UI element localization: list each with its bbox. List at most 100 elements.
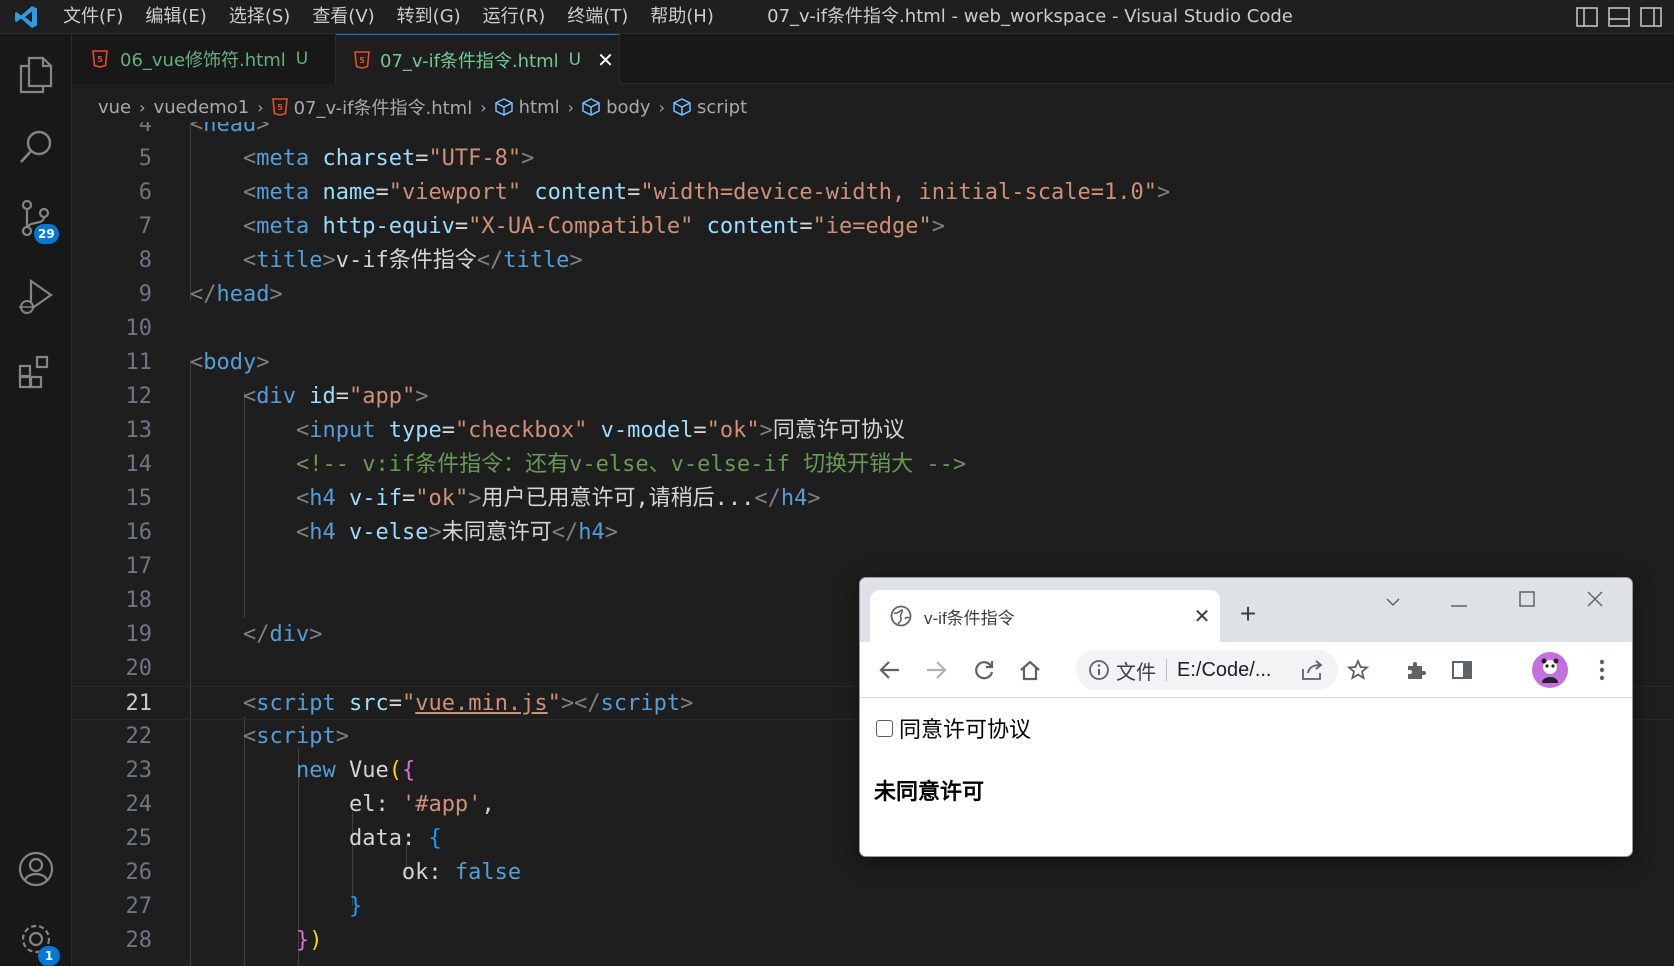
side-panel-icon[interactable] [1446,654,1478,686]
code-line: 28 }) [125,928,323,953]
minimize-icon[interactable] [1444,586,1474,616]
html5-file-icon: 5 [354,50,370,70]
page-viewport: 同意许可协议 未同意许可 [860,698,1632,856]
home-icon[interactable] [1014,654,1046,686]
run-debug-icon[interactable] [0,264,72,330]
share-icon[interactable] [1296,654,1328,686]
search-icon[interactable] [0,114,72,180]
browser-tab-strip: v-if条件指令 ✕ + [860,578,1632,642]
code-line: 15 <h4 v-if="ok">用户已用意许可,请稍后...</h4> [125,486,821,511]
menu-terminal[interactable]: 终端(T) [556,0,639,34]
symbol-element-icon [494,98,513,116]
svg-text:5: 5 [359,56,365,65]
tab-label: 06_vue修饰符.html [120,50,286,71]
chevron-right-icon: › [257,97,264,117]
code-line: 11 <body> [125,350,270,375]
profile-avatar[interactable] [1532,652,1568,688]
tab-close-icon[interactable]: ✕ [597,48,614,72]
breadcrumb-file-label: 07_v-if条件指令.html [293,98,473,119]
chevron-right-icon: › [567,97,575,117]
vscode-logo-icon [0,0,52,34]
svg-text:5: 5 [97,55,103,64]
agree-checkbox[interactable] [876,719,893,737]
file-scheme-chip: 文件 [1116,661,1156,684]
settings-badge: 1 [38,946,60,966]
menu-bar: 文件(F) 编辑(E) 选择(S) 查看(V) 转到(G) 运行(R) 终端(T… [52,0,725,34]
breadcrumb-script[interactable]: script [673,97,747,118]
menu-edit[interactable]: 编辑(E) [134,0,217,34]
layout-controls [1576,0,1674,34]
settings-gear-icon[interactable]: 1 [0,906,72,966]
breadcrumb: vue › vuedemo1 › 5 07_v-if条件指令.html › ht… [72,92,1674,122]
window-title: 07_v-if条件指令.html - web_workspace - Visua… [767,6,1293,27]
agree-checkbox-label: 同意许可协议 [899,717,1032,742]
browser-tab[interactable]: v-if条件指令 ✕ [870,590,1220,642]
menu-go[interactable]: 转到(G) [386,0,472,34]
code-line: 5 <meta charset="UTF-8"> [138,146,535,171]
breadcrumb-body[interactable]: body [582,97,651,118]
code-line: 27 } [125,894,363,919]
breadcrumb-file[interactable]: 5 07_v-if条件指令.html [271,94,473,120]
toggle-primary-sidebar-icon[interactable] [1576,7,1598,27]
tab-search-chevron-icon[interactable] [1378,586,1408,616]
url-text: E:/Code/... [1177,658,1272,681]
menu-run[interactable]: 运行(R) [472,0,557,34]
extensions-puzzle-icon[interactable] [1400,654,1432,686]
code-line: 9 </head> [138,282,283,307]
title-bar: 文件(F) 编辑(E) 选择(S) 查看(V) 转到(G) 运行(R) 终端(T… [0,0,1674,34]
globe-icon [890,605,912,627]
chevron-right-icon: › [658,97,665,117]
accounts-icon[interactable] [0,836,72,902]
tab-v-if-directive[interactable]: 5 07_v-if条件指令.html U ✕ [336,34,620,84]
html5-file-icon: 5 [90,49,110,69]
browser-tab-title: v-if条件指令 [924,608,1015,628]
html5-file-icon: 5 [271,98,288,116]
browser-window: v-if条件指令 ✕ + 文件 E:/Code/... 同意许可协议 未同意许可 [860,578,1632,856]
agree-checkbox-row[interactable]: 同意许可协议 [876,712,1031,744]
code-line: 14 <!-- v:if条件指令：还有v-else、v-else-if 切换开销… [125,452,967,477]
browser-tab-close-icon[interactable]: ✕ [1184,604,1220,629]
menu-file[interactable]: 文件(F) [52,0,134,34]
explorer-icon[interactable] [0,42,72,108]
activity-bar: 29 1 [0,34,72,966]
new-tab-plus-icon[interactable]: + [1230,596,1266,632]
back-arrow-icon[interactable] [874,654,906,686]
code-line: 10 [125,316,153,341]
editor-tabs: 5 06_vue修饰符.html U 5 07_v-if条件指令.html U … [72,34,1674,84]
source-control-icon[interactable]: 29 [0,186,72,252]
chevron-right-icon: › [480,97,487,117]
code-line: 6 <meta name="viewport" content="width=d… [138,180,1171,205]
tab-untracked-status: U [295,49,309,69]
code-line: 7 <meta http-equiv="X-UA-Compatible" con… [138,214,946,239]
code-line: 12 <div id="app"> [125,384,429,409]
breadcrumb-body-label: body [606,96,651,118]
symbol-element-icon [582,98,600,116]
chevron-right-icon: › [139,97,146,117]
svg-text:5: 5 [277,103,283,112]
code-line: 8 <title>v-if条件指令</title> [138,248,583,273]
info-icon[interactable] [1088,659,1110,681]
window-close-icon[interactable] [1580,586,1610,616]
breadcrumb-script-label: script [697,96,748,118]
forward-arrow-icon[interactable] [920,654,952,686]
tab-untracked-status: U [568,49,582,70]
browser-toolbar: 文件 E:/Code/... [860,642,1632,698]
breadcrumb-html[interactable]: html [494,97,560,118]
code-line: 13 <input type="checkbox" v-model="ok">同… [125,418,905,443]
menu-selection[interactable]: 选择(S) [218,0,301,34]
breadcrumb-vue[interactable]: vue [98,97,131,118]
code-line: 26 ok: false [125,860,522,885]
omnibox-separator [1166,659,1167,681]
extensions-icon[interactable] [0,338,72,404]
kebab-menu-icon[interactable] [1586,654,1618,686]
breadcrumb-vuedemo1[interactable]: vuedemo1 [154,97,250,118]
bookmark-star-icon[interactable] [1342,654,1374,686]
toggle-panel-icon[interactable] [1608,7,1630,27]
tab-vue-modifiers[interactable]: 5 06_vue修饰符.html U [72,34,336,84]
code-line: 4 <head> [138,122,270,137]
toggle-secondary-sidebar-icon[interactable] [1640,7,1662,27]
menu-view[interactable]: 查看(V) [301,0,385,34]
code-line: 16 <h4 v-else>未同意许可</h4> [125,520,618,545]
reload-icon[interactable] [968,654,1000,686]
maximize-icon[interactable] [1512,586,1542,616]
